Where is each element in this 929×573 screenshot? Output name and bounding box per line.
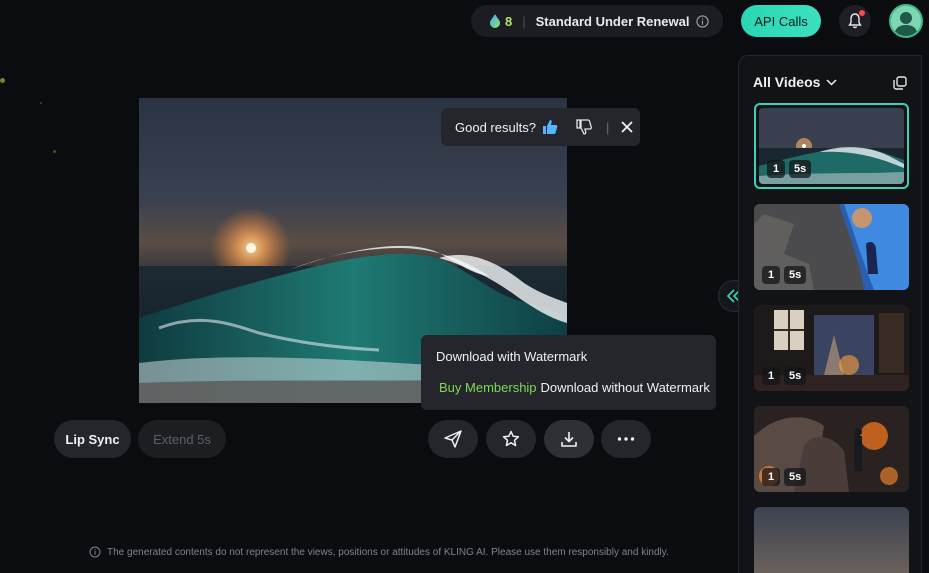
download-button[interactable] <box>544 420 594 458</box>
sidebar-title: All Videos <box>753 74 821 90</box>
divider: | <box>522 13 526 29</box>
video-thumbnail[interactable]: 1 5s <box>754 204 909 290</box>
disclaimer: The generated contents do not represent … <box>89 546 669 558</box>
duration-badge: 5s <box>789 160 812 178</box>
notifications-button[interactable] <box>839 5 871 37</box>
star-icon <box>502 430 520 447</box>
thumbs-down-icon[interactable] <box>576 119 592 135</box>
more-button[interactable] <box>601 420 651 458</box>
video-thumbnail[interactable] <box>754 507 909 573</box>
background-dot <box>40 102 42 104</box>
duration-badge: 5s <box>784 367 807 385</box>
avatar-icon <box>894 12 918 36</box>
credits-plan-pill[interactable]: 8 | Standard Under Renewal <box>471 5 723 37</box>
background-dot <box>53 150 56 153</box>
duration-badge: 5s <box>784 266 807 284</box>
more-icon <box>617 437 635 441</box>
close-icon[interactable] <box>621 121 633 133</box>
notification-badge <box>859 10 865 16</box>
multi-select-icon[interactable] <box>893 76 907 90</box>
divider: | <box>605 119 610 135</box>
videos-sidebar: All Videos 1 5s 1 5s 1 5s 1 5s <box>738 55 922 573</box>
thumbnail-image <box>754 507 909 573</box>
video-count-badge: 1 <box>762 468 780 486</box>
info-icon[interactable] <box>695 14 709 28</box>
video-count-badge: 1 <box>762 266 780 284</box>
video-thumbnail[interactable]: 1 5s <box>754 406 909 492</box>
chevron-down-icon <box>826 78 837 86</box>
feedback-prompt: Good results? <box>455 119 536 135</box>
video-thumbnail[interactable]: 1 5s <box>754 103 909 189</box>
share-button[interactable] <box>428 420 478 458</box>
download-icon <box>561 432 577 447</box>
extend-button[interactable]: Extend 5s <box>138 420 226 458</box>
download-without-watermark[interactable]: Download without Watermark <box>541 380 710 395</box>
disclaimer-text: The generated contents do not represent … <box>107 546 669 558</box>
buy-membership-link[interactable]: Buy Membership <box>439 380 537 395</box>
favorite-button[interactable] <box>486 420 536 458</box>
info-icon <box>89 546 101 558</box>
lip-sync-button[interactable]: Lip Sync <box>54 420 131 458</box>
video-count-badge: 1 <box>767 160 785 178</box>
video-count-badge: 1 <box>762 367 780 385</box>
duration-badge: 5s <box>784 468 807 486</box>
background-dot <box>0 78 5 83</box>
send-icon <box>444 430 462 448</box>
download-without-watermark-row[interactable]: Buy Membership Download without Watermark <box>439 380 710 395</box>
all-videos-dropdown[interactable]: All Videos <box>753 74 837 90</box>
video-thumbnail[interactable]: 1 5s <box>754 305 909 391</box>
api-calls-button[interactable]: API Calls <box>741 5 821 37</box>
plan-label: Standard Under Renewal <box>535 13 690 29</box>
download-with-watermark[interactable]: Download with Watermark <box>436 349 587 364</box>
feedback-popup: Good results? | <box>441 108 640 146</box>
download-menu: Download with Watermark Buy Membership Do… <box>421 335 716 410</box>
credits-count: 8 <box>505 13 513 29</box>
thumbs-up-icon[interactable] <box>542 119 558 135</box>
user-avatar[interactable] <box>889 4 923 38</box>
drop-icon <box>490 14 500 28</box>
